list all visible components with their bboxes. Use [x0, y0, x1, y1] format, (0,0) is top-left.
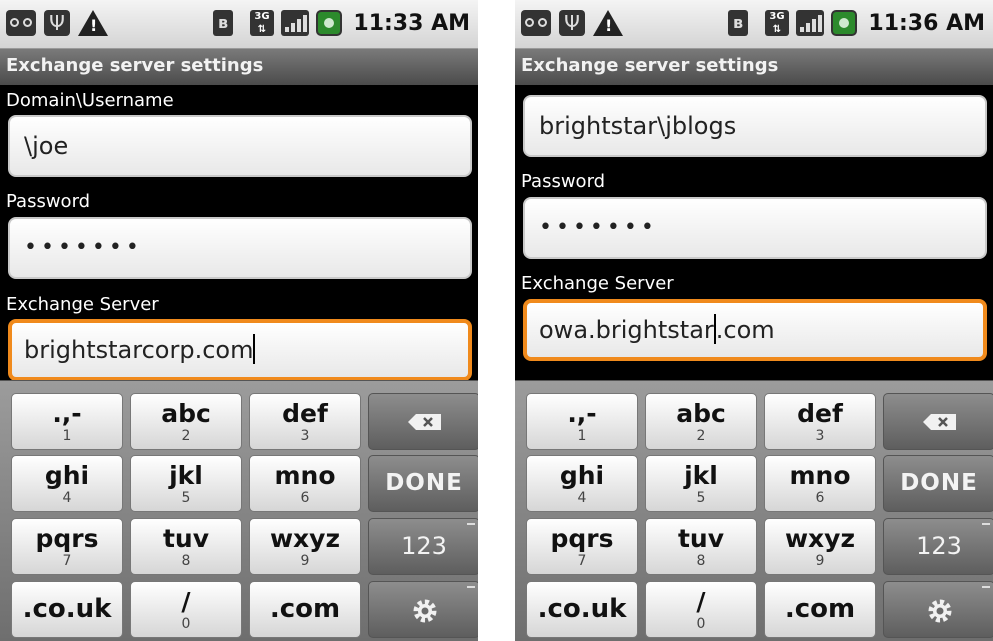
text-caret [253, 334, 256, 364]
status-bar[interactable]: Ψ ! ʙ 3G ⇅ 11:33 AM [0, 0, 478, 49]
screen-title: Exchange server settings [0, 49, 478, 85]
username-label: Domain\Username [6, 90, 174, 111]
server-text-before-caret: brightstarcorp.com [24, 336, 254, 364]
screen-title: Exchange server settings [515, 49, 993, 85]
key-co-uk[interactable]: .co.uk [526, 581, 638, 638]
status-bar[interactable]: Ψ ! ʙ 3G ⇅ 11:36 AM [515, 0, 993, 49]
exchange-server-field[interactable]: brightstarcorp.com [8, 319, 472, 380]
key-tuv[interactable]: tuv 8 [645, 518, 757, 575]
settings-key[interactable] [368, 581, 478, 638]
exchange-server-label: Exchange Server [521, 273, 674, 294]
mode-123-button[interactable]: 123 [883, 518, 993, 575]
done-button[interactable]: DONE [883, 455, 993, 512]
password-label: Password [521, 171, 606, 192]
password-label: Password [6, 191, 91, 212]
key-def[interactable]: def 3 [249, 393, 361, 450]
gear-icon [928, 599, 952, 623]
warning-icon: ! [593, 10, 623, 36]
key-punctuation[interactable]: .,- 1 [526, 393, 638, 450]
warning-icon: ! [78, 10, 108, 36]
key-com[interactable]: .com [764, 581, 876, 638]
3g-icon: 3G ⇅ [250, 10, 274, 36]
username-field[interactable]: \joe [8, 115, 472, 177]
done-button[interactable]: DONE [368, 455, 478, 512]
settings-key[interactable] [883, 581, 993, 638]
key-co-uk[interactable]: .co.uk [11, 581, 123, 638]
exchange-server-label: Exchange Server [6, 294, 159, 315]
key-jkl[interactable]: jkl 5 [130, 455, 242, 512]
server-text-before-caret: owa.brightstar [539, 316, 714, 344]
signal-icon [796, 10, 824, 36]
phone-screen-right: Ψ ! ʙ 3G ⇅ 11:36 AM Exchange server setti… [515, 0, 993, 641]
key-wxyz[interactable]: wxyz 9 [249, 518, 361, 575]
backspace-key[interactable] [368, 393, 478, 450]
key-slash[interactable]: /0 [645, 581, 757, 638]
soft-keyboard: .,- 1 abc 2 def 3 ghi 4 jkl 5 mno 6 DONE pqrs 7… [0, 380, 478, 641]
soft-keyboard: .,- 1 abc 2 def 3 ghi 4 jkl 5 mno 6 DONE pqrs 7… [515, 380, 993, 641]
username-field[interactable]: brightstar\jblogs [523, 95, 987, 157]
battery-icon [316, 10, 342, 36]
key-def[interactable]: def 3 [764, 393, 876, 450]
usb-icon: Ψ [559, 10, 585, 36]
key-mno[interactable]: mno 6 [764, 455, 876, 512]
key-com[interactable]: .com [249, 581, 361, 638]
backspace-key[interactable] [883, 393, 993, 450]
password-field[interactable]: ••••••• [523, 197, 987, 259]
voicemail-icon [521, 10, 551, 36]
mode-123-button[interactable]: 123 [368, 518, 478, 575]
backspace-icon [408, 414, 441, 430]
status-time: 11:33 AM [353, 11, 470, 36]
status-time: 11:36 AM [868, 11, 985, 36]
battery-icon [831, 10, 857, 36]
key-punctuation[interactable]: .,- 1 [11, 393, 123, 450]
bluetooth-icon: ʙ [728, 10, 748, 36]
key-ghi[interactable]: ghi 4 [11, 455, 123, 512]
signal-icon [281, 10, 309, 36]
backspace-icon [923, 414, 956, 430]
bluetooth-icon: ʙ [213, 10, 233, 36]
exchange-server-field[interactable]: owa.brightstar.com [523, 299, 987, 361]
key-jkl[interactable]: jkl 5 [645, 455, 757, 512]
gear-icon [413, 599, 437, 623]
settings-form: Domain\Username \joe Password ••••••• Ex… [0, 85, 478, 380]
3g-icon: 3G ⇅ [765, 10, 789, 36]
settings-form: brightstar\jblogs Password ••••••• Excha… [515, 85, 993, 380]
key-ghi[interactable]: ghi 4 [526, 455, 638, 512]
key-slash[interactable]: /0 [130, 581, 242, 638]
key-abc[interactable]: abc 2 [645, 393, 757, 450]
phone-screen-left: Ψ ! ʙ 3G ⇅ 11:33 AM Exchange server setti… [0, 0, 478, 641]
password-field[interactable]: ••••••• [8, 217, 472, 279]
key-tuv[interactable]: tuv 8 [130, 518, 242, 575]
server-text-after-caret: .com [715, 316, 775, 344]
voicemail-icon [6, 10, 36, 36]
key-pqrs[interactable]: pqrs 7 [11, 518, 123, 575]
usb-icon: Ψ [44, 10, 70, 36]
key-pqrs[interactable]: pqrs 7 [526, 518, 638, 575]
key-mno[interactable]: mno 6 [249, 455, 361, 512]
key-abc[interactable]: abc 2 [130, 393, 242, 450]
key-wxyz[interactable]: wxyz 9 [764, 518, 876, 575]
